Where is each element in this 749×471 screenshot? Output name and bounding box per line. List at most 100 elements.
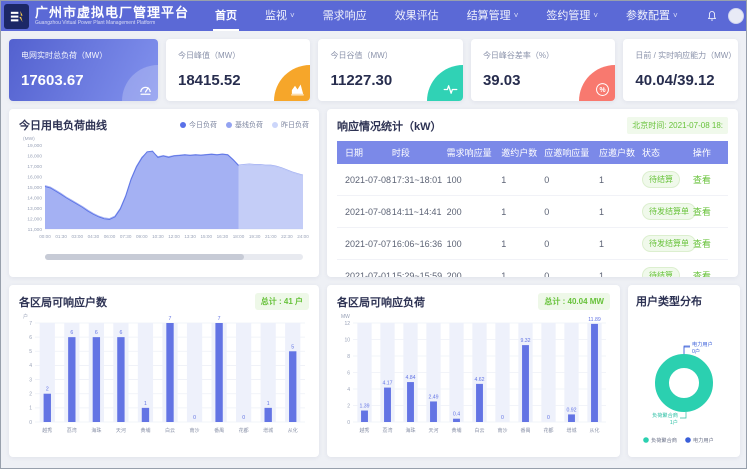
x-axis-tick: 22:30: [281, 234, 293, 239]
bar-value-label: 6: [119, 330, 122, 336]
x-axis-label: 越秀: [359, 427, 369, 434]
table-cell: 17:31~18:01: [388, 164, 443, 196]
slice-value: 0户: [692, 347, 700, 355]
view-link[interactable]: 查看: [693, 207, 711, 217]
table-cell: 1: [497, 196, 540, 228]
menu-item-2[interactable]: 需求响应: [321, 1, 369, 31]
pulse-icon: [427, 65, 463, 101]
y-axis-tick: 4: [347, 387, 350, 393]
view-link[interactable]: 查看: [693, 271, 711, 277]
bar-value-label: 1: [267, 401, 270, 407]
x-axis-tick: 10:30: [152, 234, 164, 239]
slice-label: 电力用户: [692, 340, 713, 348]
user-avatar[interactable]: [728, 8, 744, 24]
bar-海珠: [407, 382, 414, 422]
bar-海珠: [93, 337, 100, 422]
table-header-2: 需求响应量: [443, 141, 498, 164]
table-cell: 16:06~16:36: [388, 228, 443, 260]
response-table-card: 响应情况统计（kW） 北京时间: 2021-07-08 18: 日期时段需求响应…: [327, 109, 738, 277]
y-axis-tick: 4: [29, 363, 32, 369]
chevron-down-icon: ˅: [514, 11, 519, 20]
x-axis-label: 白云: [165, 427, 175, 434]
chart-zoom-slider[interactable]: [45, 254, 303, 260]
view-link[interactable]: 查看: [693, 239, 711, 249]
x-axis-label: 增城: [566, 427, 576, 434]
kpi-label: 电网实时总负荷（MW）: [21, 50, 146, 61]
menu-item-label: 结算管理: [467, 7, 511, 23]
district-users-chart: 户012345672越秀6荔湾6海珠6天河1黄埔7白云0南沙7番禺0花都1增城5…: [19, 310, 309, 446]
bar-黄埔: [142, 408, 149, 422]
district-load-title: 各区局可响应负荷: [337, 294, 425, 310]
bar-value-label: 0: [501, 415, 504, 421]
bell-icon[interactable]: [706, 10, 718, 22]
bar-天河: [430, 401, 437, 422]
menu-item-label: 参数配置: [626, 7, 670, 23]
legend-item-2[interactable]: 昨日负荷: [272, 120, 309, 130]
menu-item-6[interactable]: 参数配置˅: [624, 1, 680, 31]
x-axis-tick: 13:30: [184, 234, 196, 239]
table-cell: 200: [443, 196, 498, 228]
legend-dot-icon: [272, 122, 278, 128]
menu-item-0[interactable]: 首页: [213, 1, 239, 31]
table-cell: 查看: [689, 196, 728, 228]
table-cell: 查看: [689, 228, 728, 260]
menu-item-label: 效果评估: [395, 7, 439, 23]
chevron-down-icon: ˅: [593, 11, 598, 20]
kpi-card-3: 今日峰谷差率（%）39.03%: [471, 39, 615, 101]
x-axis-label: 越秀: [42, 427, 52, 434]
y-axis-tick: 15,000: [27, 185, 42, 191]
kpi-card-4: 日前 / 实时响应能力（MW）40.04/39.12: [623, 39, 738, 101]
x-axis-label: 海珠: [91, 427, 101, 434]
bar-value-label: 2.49: [428, 394, 438, 400]
table-cell: 2021-07-08: [337, 196, 388, 228]
load-curve-chart: (MW)11,00012,00013,00014,00015,00016,000…: [19, 133, 309, 251]
bar-黄埔: [453, 419, 460, 422]
bar-越秀: [44, 394, 51, 422]
table-cell: 2021-07-08: [337, 164, 388, 196]
bar-value-label: 7: [218, 316, 221, 322]
x-axis-label: 花都: [239, 427, 249, 434]
bar-value-label: 0: [242, 415, 245, 421]
status-badge: 待发结算单: [642, 235, 696, 252]
load-curve-title: 今日用电负荷曲线: [19, 117, 107, 133]
y-axis-unit: MW: [341, 314, 350, 320]
bar-番禺: [215, 323, 222, 422]
y-axis-unit: (MW): [23, 136, 35, 142]
x-axis-label: 南沙: [497, 427, 507, 434]
menu-item-5[interactable]: 签约管理˅: [544, 1, 600, 31]
bar-value-label: 1: [144, 401, 147, 407]
table-row: 2021-07-0115:29~15:59200101待结算查看: [337, 260, 728, 278]
menu-item-label: 需求响应: [323, 7, 367, 23]
x-axis-tick: 18:00: [233, 234, 245, 239]
menu-item-3[interactable]: 效果评估: [393, 1, 441, 31]
main-menu: 首页监视˅需求响应效果评估结算管理˅签约管理˅参数配置˅: [213, 1, 680, 31]
chart-zoom-handle[interactable]: [45, 254, 244, 260]
x-axis-label: 天河: [428, 427, 438, 434]
y-axis-tick: 12: [344, 321, 350, 327]
y-axis-tick: 5: [29, 349, 32, 355]
legend-dot-icon: [180, 122, 186, 128]
legend-item-0[interactable]: 今日负荷: [180, 120, 217, 130]
kpi-label: 今日峰值（MW）: [178, 50, 298, 61]
x-axis-label: 增城: [263, 427, 273, 434]
view-link[interactable]: 查看: [693, 175, 711, 185]
bar-荔湾: [384, 388, 391, 422]
slice-label: 负荷聚合商: [652, 411, 678, 419]
menu-item-1[interactable]: 监视˅: [263, 1, 297, 31]
table-cell: 查看: [689, 164, 728, 196]
table-cell: 1: [497, 164, 540, 196]
y-axis-tick: 0: [347, 420, 350, 426]
menu-item-4[interactable]: 结算管理˅: [465, 1, 521, 31]
table-cell: 100: [443, 164, 498, 196]
load-curve-legend: 今日负荷基线负荷昨日负荷: [180, 120, 309, 130]
logo-glyph-icon: [9, 9, 24, 24]
bar-番禺: [522, 345, 529, 422]
y-axis-tick: 13,000: [27, 206, 42, 212]
kpi-value: 40.04/39.12: [635, 72, 726, 89]
table-cell: 1: [595, 196, 638, 228]
bar-value-label: 0.4: [453, 412, 460, 418]
bar-value-label: 6: [95, 330, 98, 336]
y-axis-tick: 19,000: [27, 143, 42, 149]
legend-item-1[interactable]: 基线负荷: [226, 120, 263, 130]
menu-item-label: 首页: [215, 7, 237, 23]
